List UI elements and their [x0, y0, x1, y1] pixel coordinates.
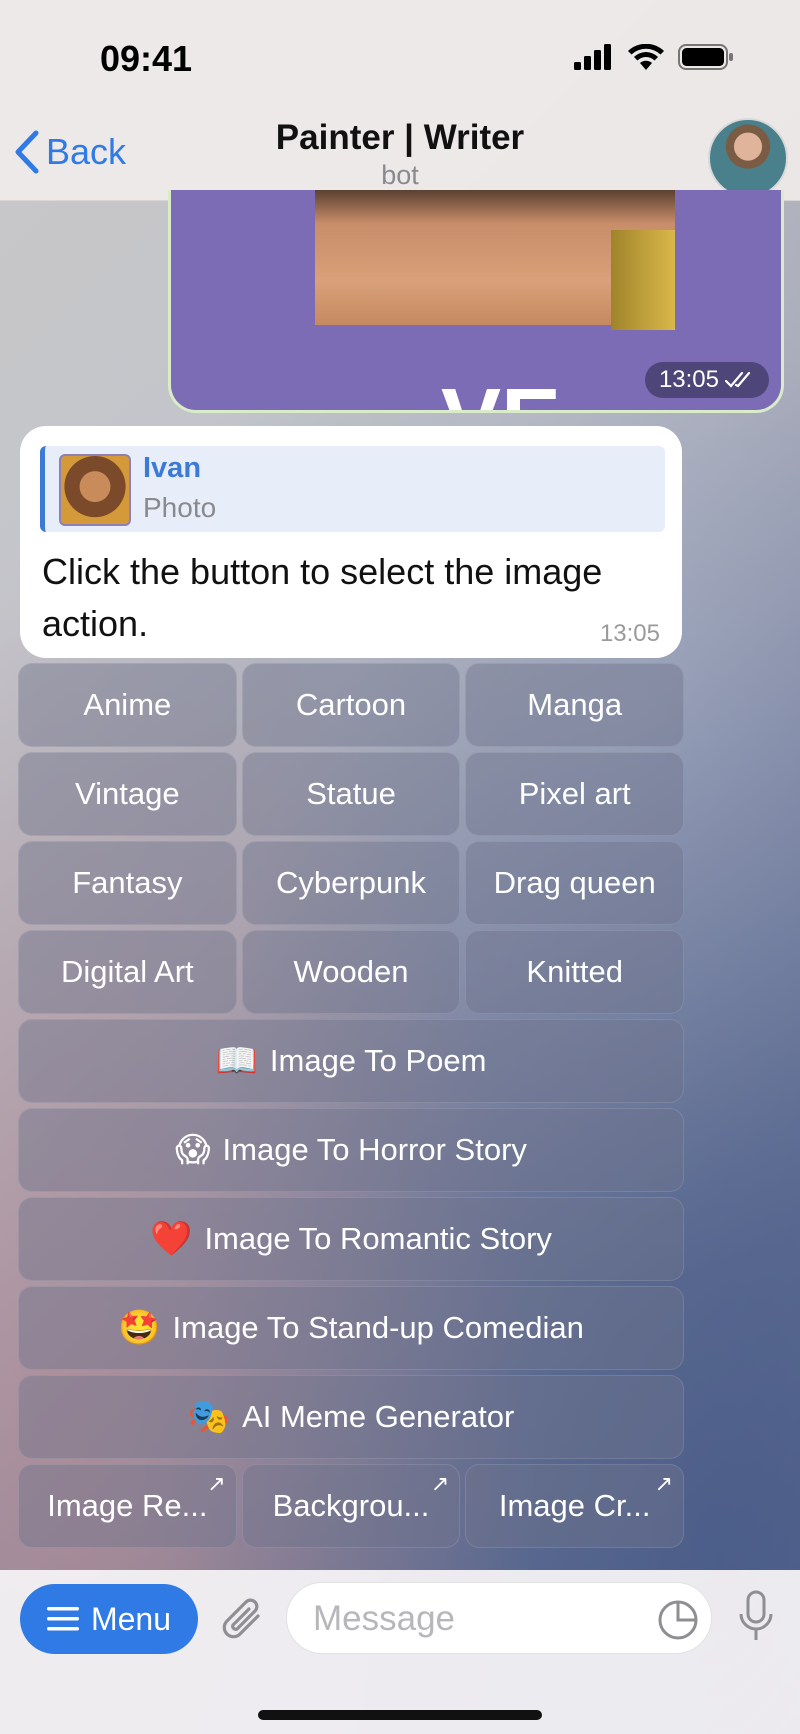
- button-label: Image To Romantic Story: [204, 1221, 552, 1256]
- status-time: 09:41: [100, 38, 193, 79]
- keyboard-row: 🎭 AI Meme Generator: [18, 1375, 684, 1459]
- home-indicator: [258, 1710, 542, 1720]
- button-label: Image To Horror Story: [222, 1132, 527, 1167]
- keyboard-row: 🤩 Image To Stand-up Comedian: [18, 1286, 684, 1370]
- ai-meme-generator-button[interactable]: 🎭 AI Meme Generator: [18, 1375, 684, 1459]
- keyboard-row: ❤️ Image To Romantic Story: [18, 1197, 684, 1281]
- battery-icon: [678, 44, 733, 70]
- image-message[interactable]: VE 13:05: [168, 190, 784, 413]
- style-button-anime[interactable]: Anime: [18, 663, 237, 747]
- image-time-label: 13:05: [658, 366, 719, 393]
- button-label: Image To Stand-up Comedian: [172, 1310, 584, 1345]
- scream-face-icon: 😱: [175, 1131, 211, 1169]
- keyboard-row: Anime Cartoon Manga: [18, 663, 685, 747]
- image-to-stand-up-comedian-button[interactable]: 🤩 Image To Stand-up Comedian: [18, 1286, 684, 1370]
- chat-subtitle: bot: [381, 160, 419, 190]
- microphone-icon: [739, 1590, 773, 1640]
- button-label: Image To Poem: [269, 1043, 487, 1078]
- image-content-accent: [611, 230, 675, 330]
- button-label: Backgrou...: [272, 1488, 430, 1523]
- style-button-wooden[interactable]: Wooden: [241, 930, 461, 1014]
- reply-media-type: Photo: [143, 492, 217, 523]
- book-icon: 📖: [215, 1042, 258, 1080]
- chat-title-block[interactable]: Painter | Writer bot: [0, 118, 800, 191]
- image-overlay-text: VE: [441, 370, 561, 410]
- button-label: Image Cr...: [498, 1488, 651, 1523]
- theater-masks-icon: 🎭: [187, 1398, 231, 1436]
- attach-button[interactable]: [220, 1594, 266, 1649]
- reply-thumbnail: [59, 454, 131, 526]
- image-message-time: 13:05: [644, 362, 769, 398]
- style-button-fantasy[interactable]: Fantasy: [18, 841, 237, 925]
- hamburger-icon: [46, 1607, 79, 1631]
- chat-title: Painter | Writer: [275, 118, 525, 157]
- double-check-icon: [725, 371, 751, 388]
- bot-avatar[interactable]: [708, 118, 788, 198]
- composer-bar: Menu Message: [0, 1570, 800, 1734]
- style-button-cartoon[interactable]: Cartoon: [241, 663, 461, 747]
- image-cr-link-button[interactable]: Image Cr... ↗: [465, 1464, 685, 1548]
- style-button-vintage[interactable]: Vintage: [18, 752, 237, 836]
- bot-message-bubble: Ivan Photo Click the button to select th…: [20, 426, 682, 658]
- external-link-arrow-icon: ↗: [654, 1471, 674, 1496]
- reply-sender-name: Ivan: [143, 452, 202, 484]
- keyboard-row: Image Re... ↗ Backgrou... ↗ Image Cr... …: [18, 1464, 685, 1548]
- wifi-icon: [628, 44, 664, 70]
- image-to-poem-button[interactable]: 📖 Image To Poem: [18, 1019, 684, 1103]
- image-to-romantic-story-button[interactable]: ❤️ Image To Romantic Story: [18, 1197, 684, 1281]
- style-button-digital-art[interactable]: Digital Art: [18, 930, 237, 1014]
- keyboard-row: 📖 Image To Poem: [18, 1019, 684, 1103]
- chat-header: 09:41 Back Painter | Writer bot: [0, 0, 800, 201]
- inline-keyboard: Anime Cartoon Manga Vintage Statue Pixel…: [18, 663, 685, 1553]
- voice-button[interactable]: [736, 1590, 776, 1649]
- button-label: AI Meme Generator: [242, 1399, 515, 1434]
- image-re-link-button[interactable]: Image Re... ↗: [18, 1464, 237, 1548]
- menu-label: Menu: [90, 1600, 172, 1637]
- menu-button[interactable]: Menu: [20, 1584, 198, 1654]
- message-text: Click the button to select the image act…: [42, 551, 603, 644]
- sticker-icon: [658, 1600, 698, 1640]
- signal-icon: [574, 44, 611, 70]
- keyboard-row: Digital Art Wooden Knitted: [18, 930, 685, 1014]
- status-icons: [574, 44, 734, 70]
- paperclip-icon: [222, 1598, 260, 1639]
- style-button-statue[interactable]: Statue: [241, 752, 461, 836]
- image-to-horror-story-button[interactable]: 😱 Image To Horror Story: [18, 1108, 684, 1192]
- reply-preview[interactable]: Ivan Photo: [40, 446, 665, 532]
- status-bar: 09:41: [0, 0, 800, 110]
- external-link-arrow-icon: ↗: [207, 1471, 226, 1496]
- style-button-pixel-art[interactable]: Pixel art: [465, 752, 685, 836]
- heart-icon: ❤️: [150, 1220, 193, 1258]
- keyboard-row: Vintage Statue Pixel art: [18, 752, 685, 836]
- button-label: Image Re...: [47, 1488, 208, 1523]
- external-link-arrow-icon: ↗: [430, 1471, 450, 1496]
- background-link-button[interactable]: Backgrou... ↗: [241, 1464, 461, 1548]
- keyboard-row: Fantasy Cyberpunk Drag queen: [18, 841, 685, 925]
- message-input[interactable]: Message: [286, 1582, 712, 1654]
- style-button-manga[interactable]: Manga: [465, 663, 685, 747]
- style-button-cyberpunk[interactable]: Cyberpunk: [241, 841, 461, 925]
- keyboard-row: 😱 Image To Horror Story: [18, 1108, 684, 1192]
- star-struck-icon: 🤩: [118, 1309, 161, 1347]
- style-button-knitted[interactable]: Knitted: [465, 930, 685, 1014]
- style-button-drag-queen[interactable]: Drag queen: [465, 841, 685, 925]
- message-time: 13:05: [599, 620, 660, 647]
